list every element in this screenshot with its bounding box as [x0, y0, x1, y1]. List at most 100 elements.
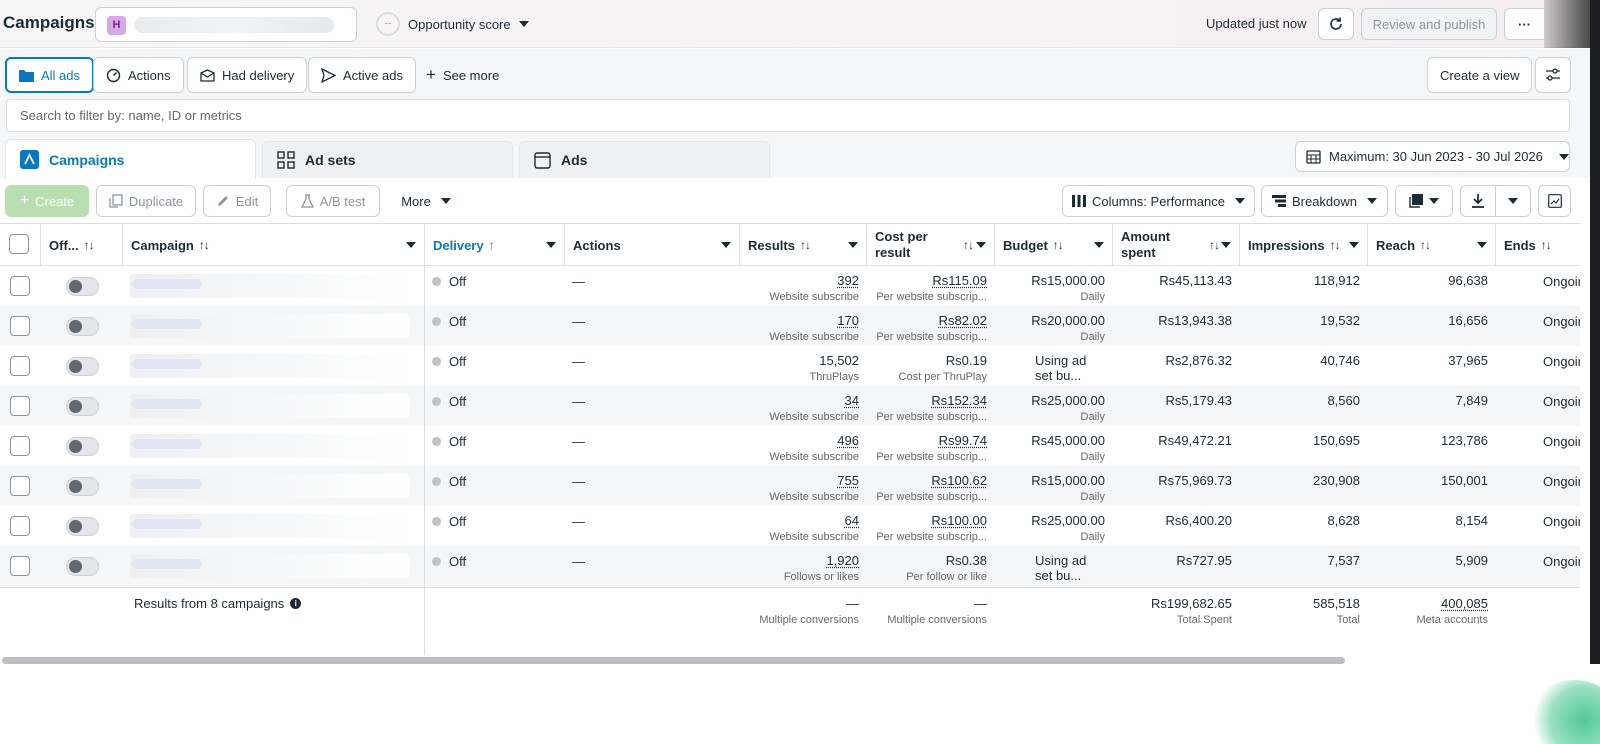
cell-cost-value[interactable]: Rs99.74	[867, 433, 987, 448]
cell-cost-text: Rs115.09	[932, 273, 987, 288]
campaign-toggle[interactable]	[66, 277, 99, 296]
col-impressions[interactable]: Impressions ↑↓	[1240, 224, 1368, 266]
campaign-toggle[interactable]	[66, 437, 99, 456]
campaign-name-redacted[interactable]	[130, 314, 410, 338]
cell-cost-value[interactable]: Rs100.62	[867, 473, 987, 488]
col-amount-spent[interactable]: Amount spent ↑↓	[1113, 224, 1240, 266]
campaign-toggle[interactable]	[66, 397, 99, 416]
view-all-ads[interactable]: All ads	[5, 57, 95, 93]
table-row[interactable]: Off — 392 Website subscribe Rs115.09 Per webs…	[0, 266, 1580, 306]
cell-cost-value[interactable]: Rs82.02	[867, 313, 987, 328]
campaign-toggle[interactable]	[66, 477, 99, 496]
cell-cost-value[interactable]: Rs0.38	[867, 553, 987, 568]
campaign-name-redacted[interactable]	[130, 514, 410, 538]
date-range-picker[interactable]: Maximum: 30 Jun 2023 - 30 Jul 2026	[1295, 141, 1570, 172]
table-row[interactable]: Off — 34 Website subscribe Rs152.34 Per websi…	[0, 386, 1580, 426]
cell-results-value[interactable]: 170	[740, 313, 859, 328]
ab-test-button[interactable]: A/B test	[286, 185, 380, 217]
col-actions[interactable]: Actions	[565, 224, 740, 266]
col-cost-per-result[interactable]: Cost per result ↑↓	[867, 224, 995, 266]
campaign-toggle[interactable]	[66, 357, 99, 376]
table-row[interactable]: Off — 755 Website subscribe Rs100.62 Per webs…	[0, 466, 1580, 506]
more-actions-button[interactable]: More	[392, 185, 460, 217]
view-active-ads[interactable]: Active ads	[308, 57, 416, 93]
view-actions[interactable]: Actions	[93, 57, 184, 93]
opportunity-score-button[interactable]: -- Opportunity score	[376, 12, 529, 36]
row-checkbox[interactable]	[10, 436, 30, 456]
create-view-button[interactable]: Create a view	[1427, 57, 1533, 93]
table-row[interactable]: Off — 496 Website subscribe Rs99.74 Per websi…	[0, 426, 1580, 466]
cell-results-value[interactable]: 755	[740, 473, 859, 488]
campaign-name-redacted[interactable]	[130, 394, 410, 418]
review-publish-button[interactable]: Review and publish	[1361, 8, 1497, 40]
status-dot-icon	[432, 437, 441, 446]
table-row[interactable]: Off — 15,502 ThruPlays Rs0.19 Cost per ThruPl…	[0, 346, 1580, 386]
row-checkbox[interactable]	[10, 556, 30, 576]
row-checkbox[interactable]	[10, 356, 30, 376]
search-input[interactable]: Search to filter by: name, ID or metrics	[6, 99, 1570, 132]
more-options-button[interactable]: ···	[1504, 8, 1544, 40]
info-icon[interactable]: i	[290, 598, 302, 609]
actions-value: —	[572, 514, 585, 529]
campaign-toggle[interactable]	[66, 517, 99, 536]
view-had-delivery[interactable]: Had delivery	[187, 57, 308, 93]
select-all-checkbox[interactable]	[9, 234, 29, 254]
columns-button[interactable]: Columns: Performance	[1062, 185, 1255, 217]
row-checkbox[interactable]	[10, 276, 30, 296]
horizontal-scrollbar[interactable]	[2, 657, 1345, 664]
col-off-on[interactable]: Off... ↑↓	[41, 224, 123, 266]
export-button[interactable]	[1460, 185, 1496, 217]
cell-results: 15,502 ThruPlays	[740, 346, 867, 386]
row-checkbox[interactable]	[10, 316, 30, 336]
cell-results-value[interactable]: 392	[740, 273, 859, 288]
cell-cost-value[interactable]: Rs152.34	[867, 393, 987, 408]
create-button[interactable]: + Create	[5, 185, 89, 217]
cell-cost-value[interactable]: Rs100.00	[867, 513, 987, 528]
col-budget[interactable]: Budget ↑↓	[995, 224, 1113, 266]
summary-reach-value[interactable]: 400,085	[1368, 596, 1488, 611]
row-checkbox[interactable]	[10, 516, 30, 536]
cell-spent-value: Rs45,113.43	[1113, 273, 1232, 288]
cell-cost-text: Rs82.02	[938, 313, 987, 328]
actions-value: —	[572, 314, 585, 329]
cell-budget: Using ad set bu...	[995, 346, 1113, 386]
cell-results-value[interactable]: 34	[740, 393, 859, 408]
view-settings-button[interactable]	[1535, 57, 1571, 93]
cell-results-value[interactable]: 64	[740, 513, 859, 528]
campaign-name-redacted[interactable]	[130, 354, 410, 378]
campaign-name-redacted[interactable]	[130, 474, 410, 498]
cell-cost-value[interactable]: Rs0.19	[867, 353, 987, 368]
duplicate-button[interactable]: Duplicate	[96, 185, 196, 217]
tab-campaigns[interactable]: Campaigns	[5, 139, 256, 179]
cell-cost-value[interactable]: Rs115.09	[867, 273, 987, 288]
col-campaign[interactable]: Campaign ↑↓	[123, 224, 425, 266]
cell-results-value[interactable]: 1,920	[740, 553, 859, 568]
export-options-button[interactable]	[1495, 185, 1531, 217]
campaign-name-redacted[interactable]	[130, 554, 410, 578]
col-results[interactable]: Results ↑↓	[740, 224, 867, 266]
table-row[interactable]: Off — 1,920 Follows or likes Rs0.38 Per follo…	[0, 546, 1580, 586]
col-delivery[interactable]: Delivery ↑	[425, 224, 565, 266]
col-ends[interactable]: Ends ↑↓	[1496, 224, 1580, 266]
table-row[interactable]: Off — 64 Website subscribe Rs100.00 Per websi…	[0, 506, 1580, 546]
table-row[interactable]: Off — 170 Website subscribe Rs82.02 Per websi…	[0, 306, 1580, 346]
cell-results-value[interactable]: 15,502	[740, 353, 859, 368]
edit-button[interactable]: Edit	[203, 185, 271, 217]
campaign-toggle[interactable]	[66, 557, 99, 576]
account-selector[interactable]: H	[95, 7, 357, 42]
refresh-button[interactable]	[1318, 8, 1354, 40]
campaign-name-redacted[interactable]	[130, 434, 410, 458]
col-reach[interactable]: Reach ↑↓	[1368, 224, 1496, 266]
breakdown-button[interactable]: Breakdown	[1261, 185, 1388, 217]
row-checkbox[interactable]	[10, 476, 30, 496]
reports-button[interactable]	[1395, 185, 1453, 217]
charts-button[interactable]	[1538, 185, 1571, 217]
tab-ad-sets[interactable]: Ad sets	[262, 141, 513, 178]
row-checkbox[interactable]	[10, 396, 30, 416]
campaign-name-redacted[interactable]	[130, 274, 410, 298]
tab-ads[interactable]: Ads	[519, 141, 770, 178]
cell-results-value[interactable]: 496	[740, 433, 859, 448]
campaign-toggle[interactable]	[66, 317, 99, 336]
cell-budget-value: Rs20,000.00	[995, 313, 1105, 328]
see-more-button[interactable]: + See more	[414, 57, 511, 93]
